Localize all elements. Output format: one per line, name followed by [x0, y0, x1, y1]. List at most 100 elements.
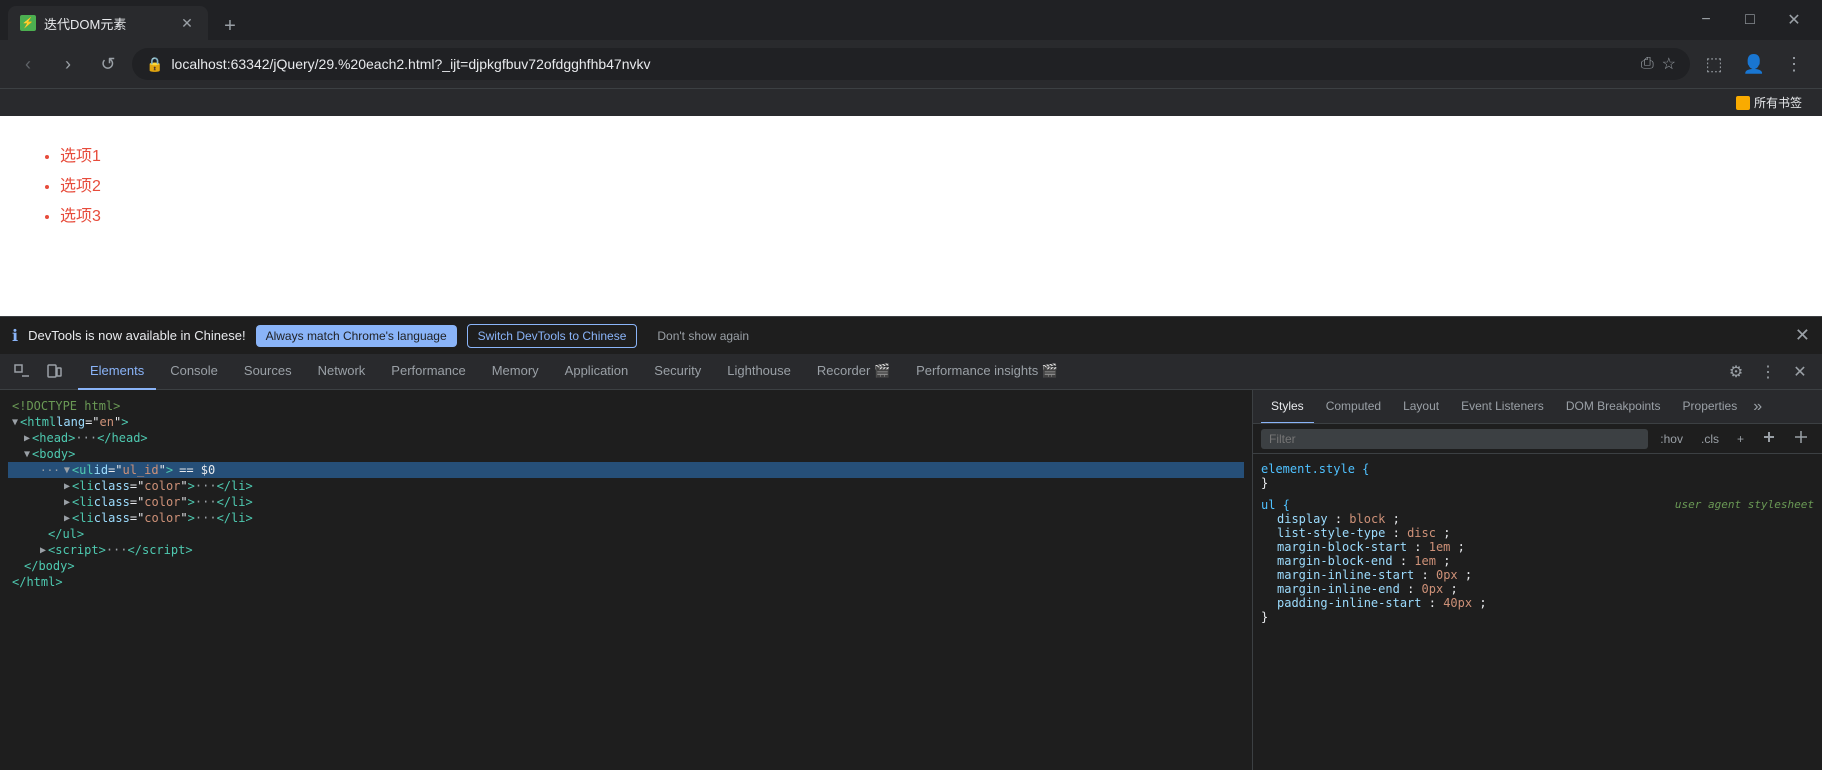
styles-tab-properties[interactable]: Properties — [1673, 390, 1748, 424]
add-style-button[interactable]: + — [1731, 430, 1750, 448]
style-margin-block-start-line: margin-block-start : 1em ; — [1261, 540, 1814, 554]
tab-sources[interactable]: Sources — [232, 354, 304, 390]
share-icon[interactable]: ⎙ — [1641, 55, 1654, 73]
webpage-list: 选项1 选项2 选项3 — [40, 136, 1782, 232]
margin-inline-start-prop: margin-inline-start — [1277, 568, 1414, 582]
ul-selector: ul { — [1261, 498, 1290, 512]
dom-li-3[interactable]: ▶ <li class="color" > ··· </li> — [8, 510, 1244, 526]
tab-security[interactable]: Security — [642, 354, 713, 390]
forward-button[interactable]: › — [52, 48, 84, 80]
tab-memory[interactable]: Memory — [480, 354, 551, 390]
active-tab[interactable]: ⚡ 迭代DOM元素 ✕ — [8, 6, 208, 40]
tab-close-button[interactable]: ✕ — [178, 14, 196, 32]
bookmark-all[interactable]: 所有书签 — [1728, 92, 1810, 113]
dom-body-close: </body> — [8, 558, 1244, 574]
ul-close-brace: } — [1261, 610, 1268, 624]
margin-inline-end-prop: margin-inline-end — [1277, 582, 1400, 596]
tab-lighthouse[interactable]: Lighthouse — [715, 354, 803, 390]
devtools-close-button[interactable]: ✕ — [1786, 358, 1814, 386]
bookmarks-bar: 所有书签 — [0, 88, 1822, 116]
dont-show-again-button[interactable]: Don't show again — [647, 325, 759, 347]
profile-button[interactable]: 👤 — [1738, 48, 1770, 80]
dom-body[interactable]: ▼ <body> — [8, 446, 1244, 462]
element-style-selector-line: element.style { — [1261, 462, 1814, 476]
back-button[interactable]: ‹ — [12, 48, 44, 80]
li1-expand-arrow[interactable]: ▶ — [64, 481, 70, 492]
element-style-selector: element.style { — [1261, 462, 1369, 476]
devtools-settings-button[interactable]: ⚙ — [1722, 358, 1750, 386]
tab-title: 迭代DOM元素 — [44, 14, 170, 33]
script-expand-arrow[interactable]: ▶ — [40, 545, 46, 556]
styles-tab-dom-breakpoints[interactable]: DOM Breakpoints — [1556, 390, 1671, 424]
style-margin-inline-start-line: margin-inline-start : 0px ; — [1261, 568, 1814, 582]
element-picker-button[interactable] — [8, 358, 36, 386]
tab-network[interactable]: Network — [306, 354, 378, 390]
styles-filter-input[interactable] — [1261, 429, 1648, 449]
margin-block-start-value: 1em — [1429, 540, 1451, 554]
dom-html-close: </html> — [8, 574, 1244, 590]
cls-button[interactable]: .cls — [1695, 430, 1725, 448]
address-bar-row: ‹ › ↺ 🔒 localhost:63342/jQuery/29.%20eac… — [0, 40, 1822, 88]
new-tab-button[interactable]: + — [216, 12, 244, 40]
window-controls: − □ ✕ — [1686, 5, 1814, 35]
tab-performance-insights[interactable]: Performance insights 🎬 — [904, 354, 1070, 390]
margin-block-start-prop: margin-block-start — [1277, 540, 1407, 554]
ul-expand-arrow[interactable]: ▼ — [64, 465, 70, 476]
dom-script[interactable]: ▶ <script> ··· </script> — [8, 542, 1244, 558]
match-language-button[interactable]: Always match Chrome's language — [256, 325, 457, 347]
address-bar[interactable]: 🔒 localhost:63342/jQuery/29.%20each2.htm… — [132, 48, 1690, 80]
tab-performance[interactable]: Performance — [379, 354, 477, 390]
style-margin-inline-end-line: margin-inline-end : 0px ; — [1261, 582, 1814, 596]
device-toolbar-button[interactable] — [40, 358, 68, 386]
body-expand-arrow[interactable]: ▼ — [24, 449, 30, 460]
url-text: localhost:63342/jQuery/29.%20each2.html?… — [171, 56, 1632, 72]
list-item-2: 选项2 — [60, 172, 1782, 196]
li2-expand-arrow[interactable]: ▶ — [64, 497, 70, 508]
tab-recorder[interactable]: Recorder 🎬 — [805, 354, 902, 390]
extensions-button[interactable]: ⬚ — [1698, 48, 1730, 80]
ul-close-line: } — [1261, 610, 1814, 624]
devtools-right-icons: ⚙ ⋮ ✕ — [1722, 358, 1814, 386]
minimize-button[interactable]: − — [1686, 5, 1726, 35]
hov-button[interactable]: :hov — [1654, 430, 1689, 448]
tab-elements[interactable]: Elements — [78, 354, 156, 390]
styles-tab-more[interactable]: » — [1749, 398, 1766, 416]
margin-inline-start-value: 0px — [1436, 568, 1458, 582]
switch-to-chinese-button[interactable]: Switch DevTools to Chinese — [467, 324, 638, 348]
bookmark-folder-icon — [1736, 96, 1750, 110]
styles-tab-event-listeners[interactable]: Event Listeners — [1451, 390, 1554, 424]
tab-application[interactable]: Application — [553, 354, 641, 390]
dom-dots-prefix: ··· — [40, 464, 60, 477]
styles-tab-bar: Styles Computed Layout Event Listeners D… — [1253, 390, 1822, 424]
list-style-type-prop: list-style-type — [1277, 526, 1385, 540]
head-expand-arrow[interactable]: ▶ — [24, 433, 30, 444]
chrome-menu-button[interactable]: ⋮ — [1778, 48, 1810, 80]
devtools-more-button[interactable]: ⋮ — [1754, 358, 1782, 386]
address-bar-icons: ⎙ ☆ — [1641, 54, 1676, 74]
element-style-close: } — [1261, 476, 1268, 490]
styles-tab-layout[interactable]: Layout — [1393, 390, 1449, 424]
dom-ul[interactable]: ··· ▼ <ul id="ul_id" > == $0 — [8, 462, 1244, 478]
dom-ul-close: </ul> — [8, 526, 1244, 542]
html-expand-arrow[interactable]: ▼ — [12, 417, 18, 428]
styles-tab-styles[interactable]: Styles — [1261, 390, 1314, 424]
margin-block-end-value: 1em — [1414, 554, 1436, 568]
reload-button[interactable]: ↺ — [92, 48, 124, 80]
new-style-rule-button[interactable] — [1756, 428, 1782, 449]
tab-console[interactable]: Console — [158, 354, 230, 390]
toggle-property-button[interactable] — [1788, 428, 1814, 449]
lock-icon: 🔒 — [146, 56, 163, 73]
dom-li-2[interactable]: ▶ <li class="color" > ··· </li> — [8, 494, 1244, 510]
ul-selector-line: ul { user agent stylesheet — [1261, 498, 1814, 512]
title-bar: ⚡ 迭代DOM元素 ✕ + − □ ✕ — [0, 0, 1822, 40]
bookmark-icon[interactable]: ☆ — [1662, 54, 1676, 74]
dom-li-1[interactable]: ▶ <li class="color" > ··· </li> — [8, 478, 1244, 494]
maximize-button[interactable]: □ — [1730, 5, 1770, 35]
banner-text: DevTools is now available in Chinese! — [28, 328, 246, 343]
banner-close-button[interactable]: ✕ — [1795, 325, 1810, 346]
styles-tab-computed[interactable]: Computed — [1316, 390, 1391, 424]
li3-expand-arrow[interactable]: ▶ — [64, 513, 70, 524]
dom-head[interactable]: ▶ <head> ··· </head> — [8, 430, 1244, 446]
dom-html[interactable]: ▼ <html lang="en" > — [8, 414, 1244, 430]
close-window-button[interactable]: ✕ — [1774, 5, 1814, 35]
